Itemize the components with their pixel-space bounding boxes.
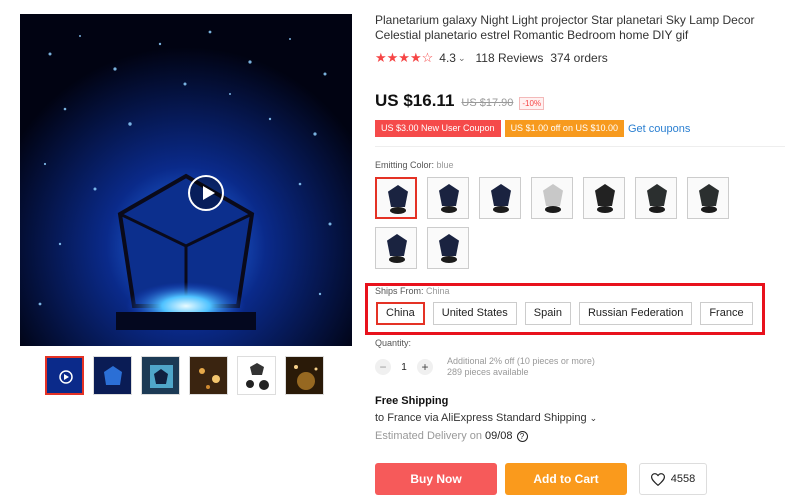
lamp-base-icon (441, 256, 457, 263)
ships-from-option-spain[interactable]: Spain (524, 302, 571, 325)
lamp-base-icon (389, 256, 405, 263)
color-label-row: Emitting Color: blue (375, 160, 454, 170)
chevron-down-icon[interactable]: ⌄ (458, 53, 466, 64)
color-swatches (375, 177, 735, 269)
color-swatch-5[interactable] (583, 177, 625, 219)
color-swatch-6[interactable] (635, 177, 677, 219)
thumbnail-image (94, 357, 131, 394)
shipping-destination: to France via AliExpress Standard Shippi… (375, 412, 587, 424)
ships-from-options: China United States Spain Russian Federa… (376, 302, 753, 325)
delivery-estimate: Estimated Delivery on 09/08 ? (375, 430, 528, 442)
chevron-down-icon: ⌄ (589, 413, 598, 423)
lamp-base-icon (441, 206, 457, 213)
thumbnail-5[interactable] (237, 356, 276, 395)
rating-stars-icon: ★★★★☆ (375, 50, 434, 65)
quantity-stepper: − 1 + Additional 2% off (10 pieces or mo… (375, 356, 595, 378)
coupon-row: US $3.00 New User Coupon US $1.00 off on… (375, 120, 690, 137)
current-price: US $16.11 (375, 91, 455, 110)
lamp-base-icon (390, 207, 406, 214)
action-buttons: Buy Now Add to Cart 4558 (375, 463, 707, 495)
galaxy-lamp-photo (20, 14, 352, 346)
ships-from-option-russian-federation[interactable]: Russian Federation (578, 302, 693, 325)
color-swatch-4[interactable] (531, 177, 573, 219)
lamp-icon (491, 184, 511, 206)
lamp-icon (699, 184, 719, 206)
lamp-icon (439, 234, 459, 256)
color-label: Emitting Color: (375, 160, 435, 170)
orders-count: 374 orders (550, 51, 608, 65)
thumbnail-strip (45, 356, 324, 395)
buy-now-button[interactable]: Buy Now (375, 463, 497, 495)
shipping-method-selector[interactable]: to France via AliExpress Standard Shippi… (375, 412, 597, 424)
price-row: US $16.11 US $17.90 -10% (375, 91, 545, 111)
lamp-base-icon (493, 206, 509, 213)
wishlist-count: 4558 (670, 473, 696, 485)
lamp-icon (388, 185, 408, 207)
color-swatch-9[interactable] (427, 227, 469, 269)
color-swatch-7[interactable] (687, 177, 729, 219)
delivery-label: Estimated Delivery on (375, 430, 482, 442)
new-user-coupon[interactable]: US $3.00 New User Coupon (375, 120, 501, 137)
lamp-icon (387, 234, 407, 256)
lamp-icon (543, 184, 563, 206)
thumbnail-3[interactable] (141, 356, 180, 395)
thumbnail-video-image (47, 358, 82, 393)
lamp-base-icon (597, 206, 613, 213)
store-coupon[interactable]: US $1.00 off on US $10.00 (504, 120, 624, 137)
quantity-input[interactable]: 1 (391, 362, 417, 373)
thumbnail-image (238, 357, 275, 394)
minus-icon[interactable]: − (375, 359, 391, 375)
delivery-date: 09/08 (485, 430, 513, 442)
thumbnail-6[interactable] (285, 356, 324, 395)
product-title: Planetarium galaxy Night Light projector… (375, 13, 755, 42)
play-video-button[interactable] (188, 175, 224, 211)
available-pieces: 289 pieces available (447, 367, 529, 377)
quantity-note: Additional 2% off (10 pieces or more) 28… (447, 356, 595, 378)
help-icon[interactable]: ? (516, 430, 528, 442)
rating-value[interactable]: 4.3 (439, 51, 456, 65)
thumbnail-image (142, 357, 179, 394)
reviews-count[interactable]: 118 Reviews (476, 51, 544, 65)
lamp-icon (439, 184, 459, 206)
quantity-label: Quantity: (375, 338, 412, 348)
discount-badge: -10% (519, 97, 545, 110)
lamp-base-icon (649, 206, 665, 213)
rating-row: ★★★★☆ 4.3 ⌄ 118 Reviews 374 orders (375, 50, 608, 66)
lamp-icon (647, 184, 667, 206)
thumbnail-1[interactable] (45, 356, 84, 395)
original-price: US $17.90 (461, 97, 514, 109)
thumbnail-image (190, 357, 227, 394)
color-swatch-3[interactable] (479, 177, 521, 219)
thumbnail-4[interactable] (189, 356, 228, 395)
color-swatch-8[interactable] (375, 227, 417, 269)
color-selected-value: blue (436, 160, 454, 170)
free-shipping-label: Free Shipping (375, 395, 449, 407)
get-coupons-link[interactable]: Get coupons (628, 123, 690, 135)
lamp-icon (595, 184, 615, 206)
divider (375, 146, 785, 147)
ships-from-option-china[interactable]: China (376, 302, 425, 325)
wishlist-button[interactable]: 4558 (639, 463, 707, 495)
thumbnail-2[interactable] (93, 356, 132, 395)
main-product-image[interactable] (20, 14, 352, 346)
thumbnail-image (286, 357, 323, 394)
ships-from-option-united-states[interactable]: United States (432, 302, 517, 325)
heart-icon (650, 472, 665, 486)
color-swatch-2[interactable] (427, 177, 469, 219)
lamp-base-icon (545, 206, 561, 213)
plus-icon[interactable]: + (417, 359, 433, 375)
color-swatch-1[interactable] (375, 177, 417, 219)
lamp-base-icon (701, 206, 717, 213)
bulk-discount-note: Additional 2% off (10 pieces or more) (447, 356, 595, 366)
ships-from-option-france[interactable]: France (700, 302, 753, 325)
add-to-cart-button[interactable]: Add to Cart (505, 463, 627, 495)
